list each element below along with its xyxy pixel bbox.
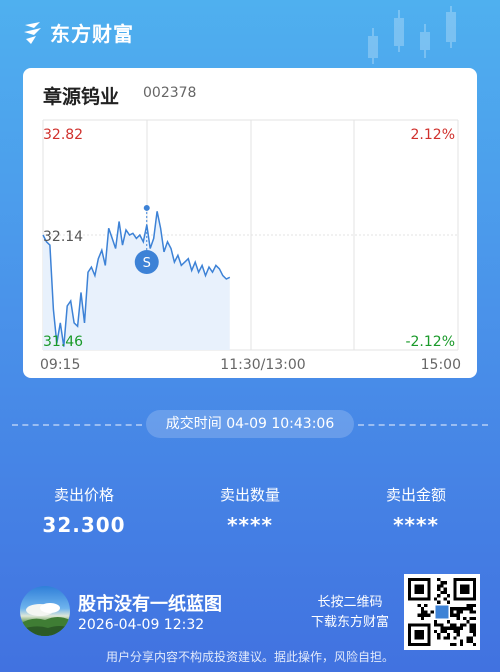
y-tick-mid-left: 32.14 <box>43 229 83 245</box>
stat-sell-quantity: 卖出数量 **** <box>170 484 330 537</box>
avatar-landscape-icon <box>20 603 70 636</box>
trade-time-row: 成交时间 04-09 10:43:06 <box>12 410 488 438</box>
trade-stats: 卖出价格 32.300 卖出数量 **** 卖出金额 **** <box>0 484 500 544</box>
stat-label: 卖出金额 <box>385 486 446 504</box>
header: 东方财富 <box>0 0 500 64</box>
username: 股市没有一纸蓝图 <box>78 594 222 615</box>
avatar[interactable] <box>20 586 70 636</box>
brand-name: 东方财富 <box>50 22 134 46</box>
stat-sell-amount: 卖出金额 **** <box>336 484 496 537</box>
x-tick-open: 09:15 <box>40 357 80 373</box>
sell-marker-label: S <box>143 256 151 271</box>
eastmoney-logo-icon <box>24 21 41 44</box>
sell-marker-dot <box>143 204 150 211</box>
trade-time-pill: 成交时间 04-09 10:43:06 <box>146 410 354 438</box>
divider-right <box>358 424 488 426</box>
disclaimer: 用户分享内容不构成投资建议。据此操作，风险自担。 <box>105 650 394 664</box>
stat-label: 卖出数量 <box>219 486 280 504</box>
y-tick-bottom-left: 31.46 <box>43 334 83 350</box>
qr-code-icon <box>408 578 476 646</box>
x-tick-close: 15:00 <box>421 357 461 373</box>
x-tick-midday: 11:30/13:00 <box>220 357 305 373</box>
qr-code[interactable] <box>404 574 480 650</box>
stat-sell-price: 卖出价格 32.300 <box>4 484 164 537</box>
stat-value: 32.300 <box>42 513 126 537</box>
stat-value: **** <box>393 513 439 537</box>
stock-card: 章源钨业 002378 S 32.82 32.14 31.46 2.12% -2… <box>23 68 477 378</box>
scan-tip-line1: 长按二维码 <box>317 595 383 610</box>
y-tick-top-left: 32.82 <box>43 127 83 143</box>
share-datetime: 2026-04-09 12:32 <box>78 617 205 633</box>
y-tick-bottom-right: -2.12% <box>405 334 455 350</box>
stat-label: 卖出价格 <box>53 486 114 504</box>
intraday-chart: S 32.82 32.14 31.46 2.12% -2.12% 09:15 1… <box>40 119 461 373</box>
scan-tip-line2: 下载东方财富 <box>310 615 389 630</box>
brand-logo: 东方财富 <box>22 18 134 47</box>
stat-value: **** <box>227 513 273 537</box>
y-tick-top-right: 2.12% <box>411 127 455 143</box>
decorative-candles <box>368 6 456 64</box>
scan-tip: 长按二维码 下载东方财富 <box>300 593 400 633</box>
divider-left <box>12 424 142 426</box>
